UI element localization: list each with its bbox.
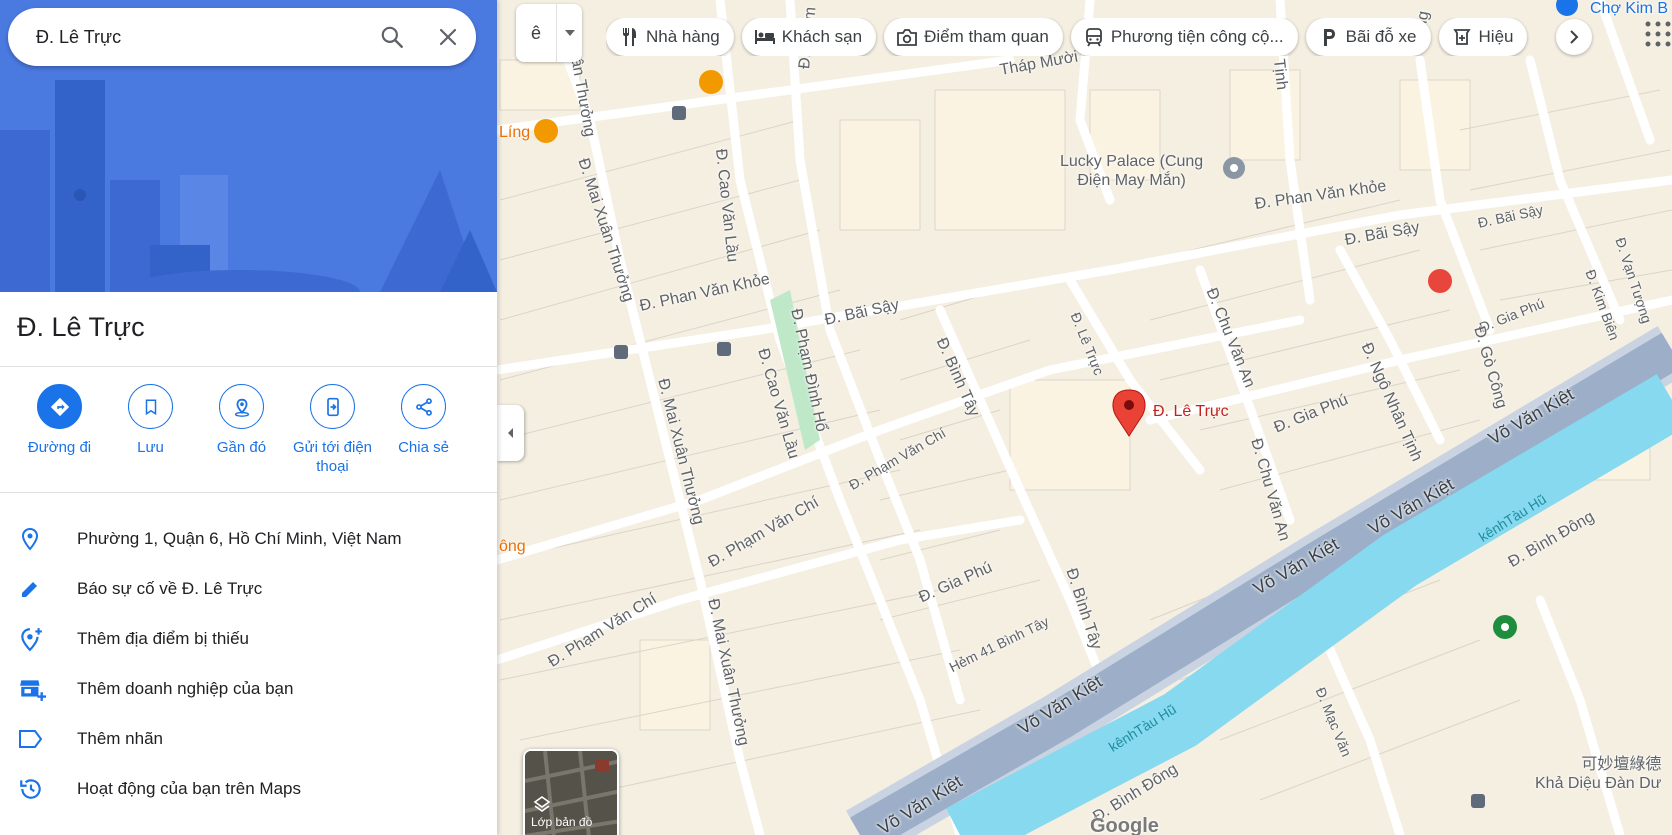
chip-attractions[interactable]: Điểm tham quan bbox=[884, 18, 1063, 56]
poi-label: Lucky Palace (Cung Điện May Mắn) bbox=[1060, 153, 1204, 189]
history-icon bbox=[0, 776, 77, 802]
nearby-button[interactable]: Gần đó bbox=[196, 384, 287, 476]
layers-icon bbox=[533, 796, 551, 812]
directions-button[interactable]: Đường đi bbox=[14, 384, 105, 476]
transit-icon bbox=[1083, 27, 1105, 47]
action-label: Gần đó bbox=[216, 439, 267, 456]
pharmacy-icon bbox=[1451, 28, 1473, 46]
poi-label: ông bbox=[499, 538, 526, 555]
share-button[interactable]: Chia sẻ bbox=[378, 384, 469, 476]
address-row[interactable]: Phường 1, Quận 6, Hồ Chí Minh, Việt Nam bbox=[0, 514, 497, 564]
address-text: Phường 1, Quận 6, Hồ Chí Minh, Việt Nam bbox=[77, 529, 402, 548]
layers-label: Lớp bản đồ bbox=[531, 815, 593, 829]
layers-button[interactable]: Lớp bản đồ bbox=[523, 749, 619, 835]
action-bar: Đường đi Lưu Gần đó Gửi tới điện thoại C… bbox=[14, 384, 484, 476]
street-label: Tịnh bbox=[1270, 58, 1291, 91]
chip-label: Phương tiện công cộ... bbox=[1110, 27, 1284, 46]
bookmark-icon bbox=[128, 384, 173, 429]
search-icon[interactable] bbox=[364, 8, 420, 66]
add-place-row[interactable]: Thêm địa điểm bị thiếu bbox=[0, 614, 497, 664]
dropdown-arrow-icon[interactable] bbox=[556, 4, 582, 62]
chevron-left-icon bbox=[507, 428, 513, 438]
google-logo: Google bbox=[1090, 815, 1159, 835]
report-issue-row[interactable]: Báo sự cố về Đ. Lê Trực bbox=[0, 564, 497, 614]
chip-label: Nhà hàng bbox=[646, 27, 720, 46]
poi-label: 可妙壇綠德 Khả Diệu Đàn Dư bbox=[1535, 756, 1662, 792]
add-place-text: Thêm địa điểm bị thiếu bbox=[77, 629, 249, 648]
pin-label[interactable]: Đ. Lê Trực bbox=[1153, 403, 1229, 421]
add-label-row[interactable]: Thêm nhãn bbox=[0, 714, 497, 764]
maps-activity-row[interactable]: Hoạt động của bạn trên Maps bbox=[0, 764, 497, 814]
location-pin-icon bbox=[0, 527, 77, 551]
directions-icon bbox=[37, 384, 82, 429]
edit-pencil-icon bbox=[0, 577, 77, 601]
action-label: Gửi tới điện thoại bbox=[292, 439, 373, 475]
chip-label: Khách sạn bbox=[781, 27, 863, 46]
chip-restaurants[interactable]: Nhà hàng bbox=[606, 18, 734, 56]
place-title: Đ. Lê Trực bbox=[17, 312, 145, 342]
info-list: Phường 1, Quận 6, Hồ Chí Minh, Việt Nam … bbox=[0, 514, 497, 814]
restaurant-icon bbox=[618, 28, 640, 46]
share-icon bbox=[401, 384, 446, 429]
add-label-text: Thêm nhãn bbox=[77, 729, 163, 748]
action-label: Đường đi bbox=[27, 439, 92, 456]
action-label: Chia sẻ bbox=[398, 439, 449, 456]
add-business-row[interactable]: Thêm doanh nghiệp của bạn bbox=[0, 664, 497, 714]
nearby-icon bbox=[219, 384, 264, 429]
search-box[interactable]: Đ. Lê Trực bbox=[8, 8, 476, 66]
add-business-text: Thêm doanh nghiệp của bạn bbox=[77, 679, 294, 698]
chip-label: Bãi đỗ xe bbox=[1345, 27, 1417, 46]
label-icon bbox=[0, 728, 77, 750]
collapse-panel-button[interactable] bbox=[497, 405, 524, 461]
chip-label: Điểm tham quan bbox=[924, 27, 1049, 46]
search-input[interactable]: Đ. Lê Trực bbox=[8, 27, 364, 48]
chip-parking[interactable]: Bãi đỗ xe bbox=[1305, 18, 1431, 56]
chevron-right-icon bbox=[1570, 30, 1579, 44]
maps-activity-text: Hoạt động của bạn trên Maps bbox=[77, 779, 301, 798]
place-panel: Đ. Lê Trực Đ. Lê Trực Đường đi Lưu Gần đ… bbox=[0, 0, 497, 835]
save-button[interactable]: Lưu bbox=[105, 384, 196, 476]
add-business-icon bbox=[0, 676, 77, 702]
chip-hotels[interactable]: Khách sạn bbox=[741, 18, 877, 56]
close-icon[interactable] bbox=[420, 8, 476, 66]
poi-label: Chợ Kim B bbox=[1590, 0, 1669, 17]
apps-grid-icon[interactable] bbox=[1644, 20, 1672, 48]
input-tools-button[interactable]: ê bbox=[516, 4, 582, 62]
send-to-phone-icon bbox=[310, 384, 355, 429]
hotel-icon bbox=[754, 30, 776, 44]
divider bbox=[0, 492, 497, 493]
category-chips: Nhà hàng Khách sạn Điểm tham quan Phương… bbox=[606, 18, 1596, 56]
chip-label: Hiệu bbox=[1478, 27, 1514, 46]
input-tools-label: ê bbox=[530, 22, 541, 43]
chip-transit[interactable]: Phương tiện công cộ... bbox=[1070, 18, 1298, 56]
chips-next-button[interactable] bbox=[1556, 19, 1592, 55]
poi-label: Líng bbox=[499, 124, 531, 141]
add-place-icon bbox=[0, 626, 77, 652]
divider bbox=[0, 366, 497, 367]
action-label: Lưu bbox=[137, 439, 164, 456]
camera-icon bbox=[896, 28, 918, 46]
report-issue-text: Báo sự cố về Đ. Lê Trực bbox=[77, 579, 263, 598]
parking-icon bbox=[1318, 28, 1340, 46]
send-to-phone-button[interactable]: Gửi tới điện thoại bbox=[287, 384, 378, 476]
chip-pharmacy[interactable]: Hiệu bbox=[1438, 18, 1528, 56]
